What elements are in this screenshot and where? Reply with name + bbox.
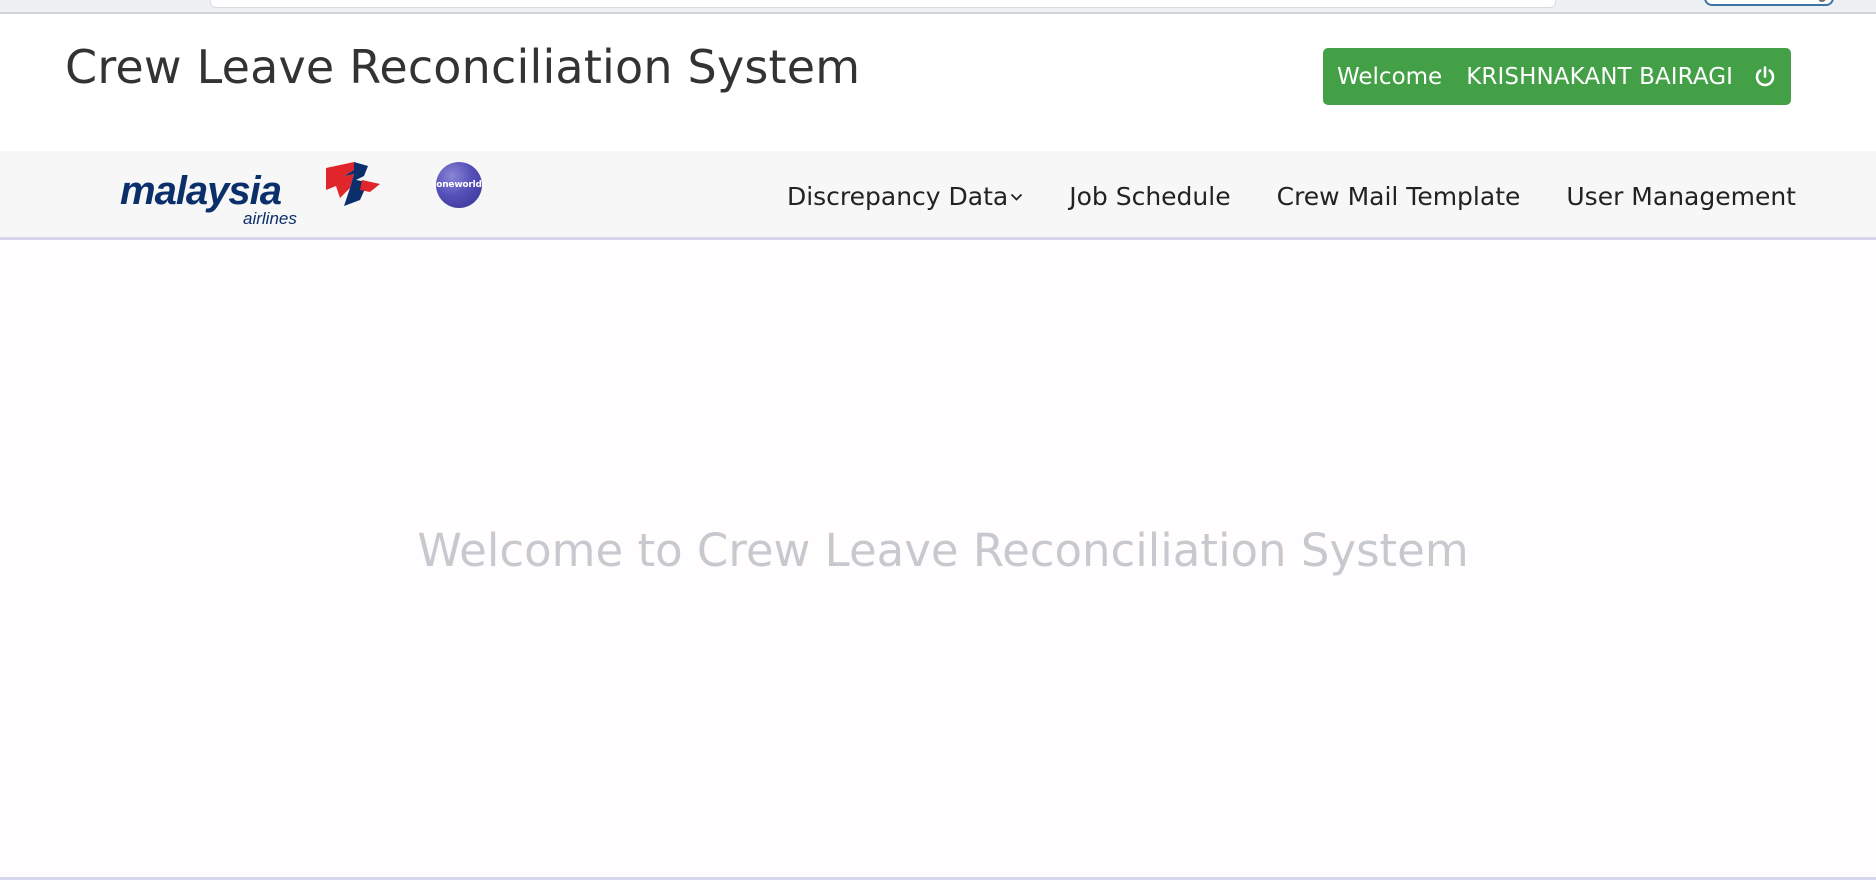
- nav-item-crew-mail-template[interactable]: Crew Mail Template: [1277, 178, 1521, 211]
- logo-subtext: airlines: [243, 209, 297, 228]
- main-navbar: malaysia airlines oneworld Discrepancy D…: [0, 151, 1876, 240]
- browser-top-strip: [0, 0, 1876, 14]
- nav-item-label: User Management: [1566, 181, 1796, 211]
- nav-menu: Discrepancy Data Job Schedule Crew Mail …: [787, 151, 1796, 237]
- nav-item-discrepancy-data[interactable]: Discrepancy Data: [787, 178, 1023, 211]
- page-title: Crew Leave Reconciliation System: [65, 40, 861, 94]
- oneworld-badge: oneworld: [436, 162, 482, 208]
- welcome-label: Welcome: [1337, 63, 1443, 90]
- power-icon[interactable]: [1753, 65, 1777, 89]
- browser-profile-button[interactable]: [1704, 0, 1834, 6]
- main-content: Welcome to Crew Leave Reconciliation Sys…: [0, 240, 1876, 877]
- logo-wordmark: malaysia: [120, 169, 282, 213]
- chevron-down-icon: [1011, 193, 1023, 201]
- welcome-message: Welcome to Crew Leave Reconciliation Sys…: [417, 524, 1469, 577]
- nav-item-user-management[interactable]: User Management: [1566, 178, 1796, 211]
- browser-address-bar[interactable]: [210, 0, 1556, 8]
- nav-item-label: Crew Mail Template: [1276, 181, 1521, 211]
- content-bottom-divider: [0, 877, 1876, 880]
- user-welcome-panel: Welcome KRISHNAKANT BAIRAGI: [1323, 48, 1791, 105]
- nav-item-label: Job Schedule: [1069, 181, 1231, 211]
- user-name: KRISHNAKANT BAIRAGI: [1466, 63, 1734, 90]
- nav-item-job-schedule[interactable]: Job Schedule: [1069, 178, 1230, 211]
- malaysia-airlines-logo[interactable]: malaysia airlines: [118, 160, 380, 228]
- nav-item-label: Discrepancy Data: [786, 181, 1009, 211]
